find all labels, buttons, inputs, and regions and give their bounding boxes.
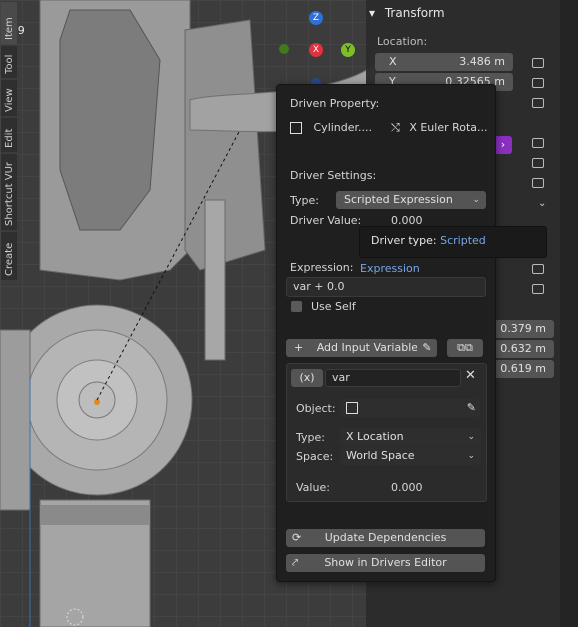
location-x-axis: X xyxy=(389,55,397,68)
driver-rotation-field[interactable]: › xyxy=(494,136,512,154)
copy-paste-icon: ⧉⧉ xyxy=(457,341,473,354)
dimension-z-field[interactable]: 0.619 m xyxy=(494,360,554,378)
dimension-y-value: 0.632 m xyxy=(500,342,546,355)
space-label: Space: xyxy=(296,450,334,463)
driver-type-tooltip: Driver type: Scripted Expression xyxy=(359,226,547,275)
variable-type-icon: (x) xyxy=(299,371,315,384)
location-x-field[interactable]: X 3.486 m xyxy=(375,53,513,71)
tab-view[interactable]: View xyxy=(1,80,17,116)
variable-panel: (x) var ✕ Object: ✎ Type: X Location ⌄ S… xyxy=(286,363,487,502)
rotation-icon: ⤭ xyxy=(391,121,400,134)
object-icon xyxy=(346,402,358,414)
eyedropper-icon[interactable]: ✎ xyxy=(467,399,476,417)
show-in-drivers-editor-button[interactable]: ⤤ Show in Drivers Editor xyxy=(286,554,485,572)
close-icon: ✕ xyxy=(465,368,476,383)
tab-edit-label: Edit xyxy=(4,128,15,148)
lock-icon[interactable] xyxy=(532,264,544,274)
tab-item[interactable]: Item xyxy=(1,2,17,44)
tab-view-label: View xyxy=(4,88,15,112)
chevron-down-icon: ⌄ xyxy=(467,432,475,442)
variable-value: 0.000 xyxy=(391,481,423,494)
variable-type-dropdown[interactable]: (x) xyxy=(291,369,323,387)
remove-variable-button[interactable]: ✕ xyxy=(465,368,476,383)
driver-settings-label: Driver Settings: xyxy=(290,169,377,182)
lock-icon[interactable] xyxy=(532,178,544,188)
object-label: Object: xyxy=(296,402,336,415)
object-field[interactable]: ✎ xyxy=(340,399,480,417)
gizmo-neg-y-axis[interactable] xyxy=(279,44,289,54)
lock-icon[interactable] xyxy=(532,284,544,294)
driver-editor-popup: Driven Property: Cylinder.... ⤭ X Euler … xyxy=(276,84,496,582)
update-dependencies-button[interactable]: ⟳ Update Dependencies xyxy=(286,529,485,547)
dimension-y-field[interactable]: 0.632 m xyxy=(494,340,554,358)
chevron-down-icon: ⌄ xyxy=(467,451,475,461)
update-dependencies-label: Update Dependencies xyxy=(324,531,447,544)
gizmo-x-axis[interactable]: X xyxy=(309,43,323,57)
use-self-checkbox[interactable] xyxy=(291,301,302,312)
eyedropper-button[interactable]: ✎ xyxy=(417,339,437,357)
expression-value: var + 0.0 xyxy=(293,280,345,293)
space-dropdown[interactable]: World Space ⌄ xyxy=(340,447,481,465)
tab-tool-label: Tool xyxy=(4,54,15,74)
sidebar-tabs xyxy=(560,0,578,627)
variable-name: var xyxy=(332,371,350,384)
lock-icon[interactable] xyxy=(532,158,544,168)
driver-type-value: Scripted Expression xyxy=(344,193,453,206)
tab-item-label: Item xyxy=(4,17,15,40)
use-self-label: Use Self xyxy=(311,300,356,313)
lock-icon[interactable] xyxy=(532,138,544,148)
add-input-variable-button[interactable]: + Add Input Variable xyxy=(286,339,436,357)
transform-title: Transform xyxy=(384,6,445,20)
expression-label: Expression: xyxy=(290,261,354,274)
driven-property-label: Driven Property: xyxy=(290,97,380,110)
transform-type-value: X Location xyxy=(346,430,404,443)
driver-value-label: Driver Value: xyxy=(290,214,362,227)
lock-icon[interactable] xyxy=(532,58,544,68)
copy-paste-variables-button[interactable]: ⧉⧉ xyxy=(447,339,483,357)
driven-object-name: Cylinder.... xyxy=(313,121,373,134)
rotation-mode-chevron-icon[interactable]: ⌄ xyxy=(538,198,546,209)
plus-icon: + xyxy=(294,341,304,354)
value-label: Value: xyxy=(296,481,330,494)
tab-shortcut-vur[interactable]: Shortcut VUr xyxy=(1,154,17,230)
driven-property[interactable]: ⤭ X Euler Rota... xyxy=(391,121,488,135)
chevron-down-icon: ⌄ xyxy=(472,195,480,205)
tab-create-label: Create xyxy=(4,242,15,276)
driver-type-dropdown[interactable]: Scripted Expression ⌄ xyxy=(336,191,486,209)
tab-tool[interactable]: Tool xyxy=(1,46,17,78)
object-icon xyxy=(290,122,302,134)
location-label: Location: xyxy=(377,35,428,48)
dimension-x-field[interactable]: 0.379 m xyxy=(494,320,554,338)
show-in-drivers-editor-label: Show in Drivers Editor xyxy=(324,556,447,569)
driven-property-name: X Euler Rota... xyxy=(409,121,488,134)
variable-name-input[interactable]: var xyxy=(325,369,461,387)
eyedropper-icon: ✎ xyxy=(422,341,432,354)
driver-type-label: Type: xyxy=(290,194,319,207)
lock-icon[interactable] xyxy=(532,78,544,88)
variable-type-label: Type: xyxy=(296,431,325,444)
tab-create[interactable]: Create xyxy=(1,232,17,280)
lock-icon[interactable] xyxy=(532,98,544,108)
tab-shortcut-vur-label: Shortcut VUr xyxy=(4,161,15,226)
gizmo-y-axis[interactable]: Y xyxy=(341,43,355,57)
drivers-editor-icon: ⤤ xyxy=(292,556,299,569)
dimension-x-value: 0.379 m xyxy=(500,322,546,335)
tooltip-label: Driver type: xyxy=(371,234,437,247)
driven-object[interactable]: Cylinder.... xyxy=(290,121,372,134)
collapse-chevron-icon: ▾ xyxy=(369,6,376,20)
add-input-variable-label: Add Input Variable xyxy=(316,341,419,354)
dimension-z-value: 0.619 m xyxy=(500,362,546,375)
space-value: World Space xyxy=(346,449,415,462)
transform-panel-header[interactable]: ▾ Transform xyxy=(369,2,445,24)
tab-edit[interactable]: Edit xyxy=(1,118,17,152)
transform-type-dropdown[interactable]: X Location ⌄ xyxy=(340,428,481,446)
location-x-value: 3.486 m xyxy=(459,55,505,68)
refresh-icon: ⟳ xyxy=(292,531,302,544)
gizmo-z-axis[interactable]: Z xyxy=(309,11,323,25)
